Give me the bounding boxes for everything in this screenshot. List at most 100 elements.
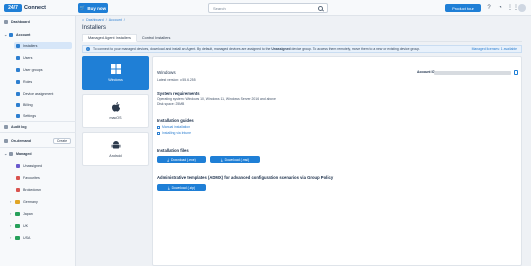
breadcrumb-dashboard[interactable]: Dashboard: [86, 18, 104, 22]
sidebar-item-label: Billing: [23, 102, 33, 107]
product-tour-label: Product tour: [452, 5, 474, 11]
download-msi-label: Download (.msi): [224, 157, 250, 162]
folder-icon: [15, 223, 20, 228]
tab-managed-agent-installers[interactable]: Managed Agent Installers: [82, 34, 137, 42]
on-demand-icon: [4, 138, 8, 143]
android-icon: [111, 141, 120, 149]
sidebar-item-billing[interactable]: Billing: [16, 101, 33, 108]
sidebar-item-user-groups[interactable]: User groups: [16, 66, 43, 73]
settings-icon: [16, 113, 20, 118]
os-name-heading: Windows: [157, 70, 176, 75]
sidebar-divider: [0, 121, 76, 122]
apps-grid-icon[interactable]: ⋮⋮: [507, 4, 519, 12]
requirements-disk: Disk space: 25MB: [157, 102, 185, 106]
create-label: Create: [56, 138, 68, 143]
page-title: Installers: [82, 25, 107, 31]
info-banner: i To connect to your managed devices, do…: [82, 45, 522, 53]
sidebar-item-installers[interactable]: Installers: [14, 42, 72, 49]
user-groups-icon: [16, 67, 20, 72]
download-msi-button[interactable]: ⤓ Download (.msi): [210, 156, 260, 163]
os-card-label: Android: [109, 154, 122, 158]
sidebar-item-label: Brokedown: [23, 187, 41, 192]
roles-icon: [16, 79, 20, 84]
download-icon: ⤓: [167, 157, 170, 162]
system-requirements-heading: System requirements: [157, 91, 200, 96]
sidebar-item-settings[interactable]: Settings: [16, 112, 36, 119]
installers-icon: [16, 43, 20, 48]
notifications-icon[interactable]: ◔: [496, 4, 504, 12]
sidebar-item-audit-log[interactable]: Audit log: [4, 123, 27, 130]
chevron-right-icon: ›: [10, 211, 12, 216]
logo-text: Connect: [24, 5, 46, 11]
app-logo[interactable]: 24/7 Connect: [4, 3, 46, 13]
sidebar-item-users[interactable]: Users: [16, 54, 32, 61]
sidebar-item-label: Settings: [23, 113, 36, 118]
device-assignment-icon: [16, 91, 20, 96]
intune-installation-link[interactable]: Installing via Intune: [157, 131, 191, 135]
os-card-macos[interactable]: macOS: [82, 94, 149, 128]
buy-now-button[interactable]: 🛒 Buy now: [78, 3, 108, 13]
link-label: Manual installation: [162, 125, 191, 129]
download-icon: ⤓: [220, 157, 223, 162]
sidebar-item-unassigned[interactable]: Unassigned: [16, 162, 42, 169]
download-zip-button[interactable]: ⤓ Download (.zip): [157, 184, 206, 191]
sidebar-item-label: Roles: [23, 79, 33, 84]
download-exe-label: Download (.exe): [171, 157, 196, 162]
tab-control-installers[interactable]: Control Installers: [137, 34, 176, 42]
sidebar-item-label: Managed: [16, 151, 32, 156]
apple-icon: [111, 102, 120, 112]
download-icon: ⤓: [167, 185, 170, 190]
copy-icon[interactable]: [514, 69, 518, 75]
os-card-android[interactable]: Android: [82, 132, 149, 166]
info-icon: i: [86, 47, 90, 51]
billing-icon: [16, 102, 20, 107]
breadcrumb-separator: /: [123, 18, 125, 22]
sidebar-divider: [0, 147, 76, 148]
sidebar-item-uk[interactable]: › UK: [10, 222, 28, 229]
manual-installation-link[interactable]: Manual installation: [157, 125, 190, 129]
avatar[interactable]: [518, 4, 526, 12]
create-on-demand-button[interactable]: Create: [53, 137, 71, 144]
link-label: Installing via Intune: [162, 131, 192, 135]
warning-icon: [16, 187, 20, 192]
cart-icon: 🛒: [79, 5, 86, 10]
sidebar-item-label: Japan: [23, 211, 33, 216]
installer-detail-panel: Windows Latest version: v.55.6.255 Accou…: [152, 56, 522, 266]
os-card-label: Windows: [108, 78, 123, 82]
sidebar-item-device-assignment[interactable]: Device assignment: [16, 90, 53, 97]
sidebar-item-germany[interactable]: › Germany: [10, 198, 38, 205]
dashboard-icon: [4, 19, 8, 24]
sidebar-item-label: Users: [23, 55, 33, 60]
chevron-down-icon: ⌄: [4, 151, 8, 156]
breadcrumb-home-icon[interactable]: ⌂: [82, 18, 84, 22]
sidebar: Dashboard ⌄ Account Installers Users Use…: [0, 16, 76, 266]
managed-icon: [9, 151, 13, 156]
breadcrumb-account[interactable]: Account: [109, 18, 122, 22]
users-icon: [16, 55, 20, 60]
help-icon[interactable]: ?: [485, 4, 493, 12]
sidebar-item-favourites[interactable]: Favourites: [16, 174, 40, 181]
search-input[interactable]: Search: [208, 3, 328, 13]
folder-icon: [15, 211, 20, 216]
sidebar-item-label: Installers: [23, 43, 38, 48]
os-card-windows[interactable]: Windows: [82, 56, 149, 90]
folder-icon: [15, 199, 20, 204]
installation-guides-heading: Installation guides: [157, 118, 194, 123]
sidebar-item-usa[interactable]: › USA: [10, 234, 30, 241]
os-card-label: macOS: [109, 116, 122, 120]
sidebar-item-account[interactable]: ⌄ Account: [4, 31, 74, 38]
buy-now-label: Buy now: [87, 5, 107, 11]
sidebar-item-managed[interactable]: ⌄ Managed: [4, 150, 32, 157]
download-exe-button[interactable]: ⤓ Download (.exe): [157, 156, 206, 163]
sidebar-item-dashboard[interactable]: Dashboard: [4, 18, 74, 25]
sidebar-item-brokedown[interactable]: Brokedown: [16, 186, 41, 193]
installation-files-heading: Installation files: [157, 148, 189, 153]
account-id-value-redacted: [434, 70, 511, 75]
sidebar-item-roles[interactable]: Roles: [16, 78, 32, 85]
sidebar-item-japan[interactable]: › Japan: [10, 210, 33, 217]
main-content: ⌂ Dashboard / Account / Installers Manag…: [79, 16, 531, 266]
search-icon[interactable]: [318, 6, 323, 11]
managed-licenses-link[interactable]: Managed licenses: 1 available: [472, 47, 517, 51]
product-tour-button[interactable]: Product tour: [445, 4, 481, 12]
account-icon: [9, 32, 13, 37]
